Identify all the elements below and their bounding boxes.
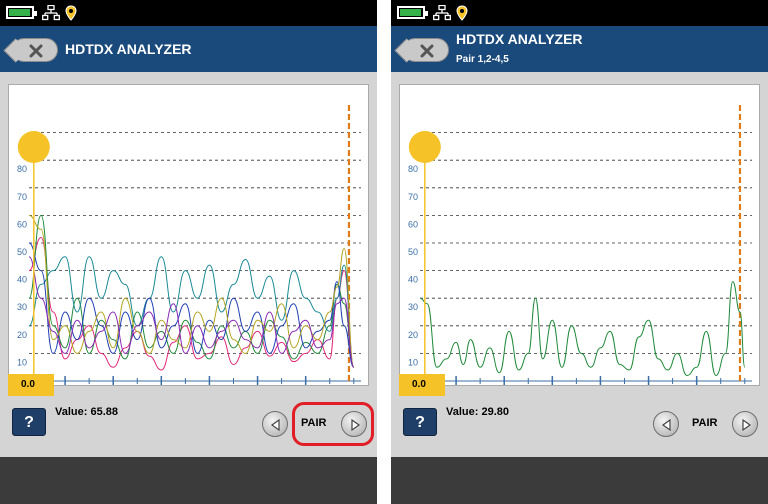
status-bar xyxy=(0,0,377,26)
y-tick-label: 30 xyxy=(408,302,418,312)
status-bar xyxy=(391,0,768,26)
title-bar: HDTDX ANALYZER xyxy=(0,26,377,72)
screen-right: HDTDX ANALYZER Pair 1,2-4,5 10 20 30 40 50 60… xyxy=(391,0,768,504)
back-button[interactable] xyxy=(3,38,58,63)
y-tick-label: 50 xyxy=(408,247,418,257)
y-tick-label: 60 xyxy=(408,219,418,229)
triangle-left-icon xyxy=(270,418,280,432)
cursor-handle[interactable] xyxy=(17,131,50,163)
bottom-bar xyxy=(391,457,768,504)
tdr-chart[interactable]: 102030405060708024681012(m) 0.0 xyxy=(8,84,369,396)
battery-icon xyxy=(6,6,37,19)
y-tick-label: 60 xyxy=(17,219,27,229)
series-line-4 xyxy=(28,242,355,368)
previous-pair-button[interactable] xyxy=(262,411,288,437)
y-tick-label: 70 xyxy=(408,192,418,202)
y-tick-label: 10 xyxy=(408,357,418,367)
marker-value[interactable]: 0.0 xyxy=(399,374,445,396)
next-pair-button[interactable] xyxy=(732,411,758,437)
page-subtitle: Pair 1,2-4,5 xyxy=(456,54,509,65)
page-title: HDTDX ANALYZER xyxy=(456,31,583,47)
pair-selector-highlight xyxy=(292,402,374,446)
close-x-icon xyxy=(29,44,43,58)
chart-plot[interactable]: 102030405060708024681012(m) xyxy=(9,85,368,385)
marker-value[interactable]: 0.0 xyxy=(8,374,54,396)
y-tick-label: 40 xyxy=(17,275,27,285)
help-button[interactable]: ? xyxy=(12,408,46,436)
value-readout: Value: 65.88 xyxy=(55,406,118,418)
y-tick-label: 20 xyxy=(408,330,418,340)
chart-plot[interactable]: 102030405060708024681012(m) xyxy=(400,85,759,385)
network-icon xyxy=(42,5,60,21)
page-title: HDTDX ANALYZER xyxy=(65,41,192,57)
tdr-chart[interactable]: 102030405060708024681012(m) 0.0 xyxy=(399,84,760,396)
battery-icon xyxy=(397,6,428,19)
cursor-handle[interactable] xyxy=(408,131,441,163)
previous-pair-button[interactable] xyxy=(653,411,679,437)
location-pin-icon xyxy=(456,5,468,21)
series-line-1 xyxy=(28,236,355,371)
triangle-left-icon xyxy=(661,418,671,432)
help-button[interactable]: ? xyxy=(403,408,437,436)
y-tick-label: 50 xyxy=(17,247,27,257)
triangle-right-icon xyxy=(742,418,752,432)
series-line-3 xyxy=(28,256,355,368)
value-readout: Value: 29.80 xyxy=(446,406,509,418)
series-line-1 xyxy=(419,281,746,376)
y-tick-label: 80 xyxy=(408,164,418,174)
y-tick-label: 80 xyxy=(17,164,27,174)
y-tick-label: 20 xyxy=(17,330,27,340)
location-pin-icon xyxy=(65,5,77,21)
y-tick-label: 10 xyxy=(17,357,27,367)
close-x-icon xyxy=(420,44,434,58)
back-button[interactable] xyxy=(394,38,449,63)
pair-label: PAIR xyxy=(692,417,718,429)
bottom-bar xyxy=(0,457,377,504)
y-tick-label: 70 xyxy=(17,192,27,202)
network-icon xyxy=(433,5,451,21)
y-tick-label: 30 xyxy=(17,302,27,312)
title-bar: HDTDX ANALYZER Pair 1,2-4,5 xyxy=(391,26,768,72)
y-tick-label: 40 xyxy=(408,275,418,285)
screen-left: HDTDX ANALYZER 102030405060708024681012(… xyxy=(0,0,377,504)
